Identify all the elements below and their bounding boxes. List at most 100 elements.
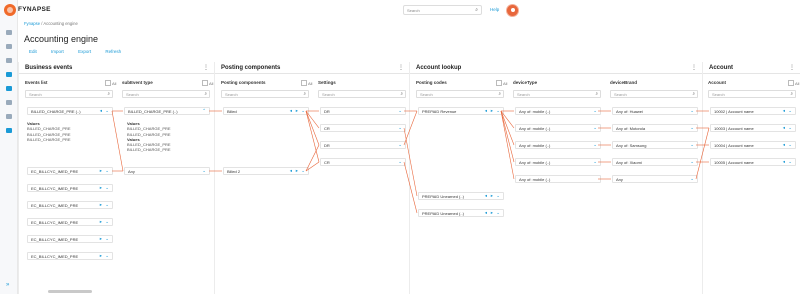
chevron-down-icon[interactable]: ⌄ [398,142,402,148]
link-icon[interactable]: ◂ [783,142,785,148]
posting-code-row[interactable]: PREPAID Unearned (..) ◂ ▸ ⌄ [418,209,504,217]
more-icon[interactable]: ⋮ [203,64,209,71]
chevron-down-icon[interactable]: ⌄ [105,253,109,259]
refresh-button[interactable]: Refresh [105,49,121,54]
link-icon[interactable]: ▸ [100,236,102,242]
chevron-down-icon[interactable]: ⌄ [398,159,402,165]
chevron-down-icon[interactable]: ⌄ [690,159,694,165]
edit-button[interactable]: Edit [29,49,37,54]
more-icon[interactable]: ⋮ [691,64,697,71]
subevent-search-input[interactable]: Search ⌕ [122,90,210,98]
chevron-down-icon[interactable]: ⌄ [496,210,500,216]
chevron-down-icon[interactable]: ⌄ [690,108,694,114]
all-checkbox[interactable]: All [496,80,507,86]
export-button[interactable]: Export [78,49,91,54]
devicetype-row[interactable]: Any of: mobile (..) ⌄ [515,107,601,115]
devicebrand-row[interactable]: Any ⌄ [612,175,698,183]
chevron-down-icon[interactable]: ⌄ [105,202,109,208]
link-icon[interactable]: ◂ [485,193,487,199]
devicetype-search-input[interactable]: Search ⌕ [513,90,601,98]
setting-row[interactable]: DR ⌄ [320,107,406,115]
chevron-down-icon[interactable]: ⌄ [690,176,694,182]
link-icon[interactable]: ▸ [491,210,493,216]
event-row[interactable]: EC_BILLCYC_IMED_PRE ▸ ⌄ [27,235,113,243]
subevent-row[interactable]: Any ⌄ [124,167,210,175]
setting-row[interactable]: DR ⌄ [320,141,406,149]
link-icon[interactable]: ◂ [485,108,487,114]
account-row[interactable]: 10002 | Account name ◂ ⌄ [710,107,796,115]
chevron-down-icon[interactable]: ⌄ [301,108,305,114]
account-row[interactable]: 10003 | Account name ◂ ⌄ [710,124,796,132]
settings-search-input[interactable]: Search ⌕ [318,90,406,98]
link-icon[interactable]: ▸ [100,168,102,174]
avatar[interactable] [506,4,519,17]
subevent-row[interactable]: BILLED_CHARGE_PRE (..) ⌃ [124,107,210,115]
chart-icon[interactable] [6,30,12,35]
account-row[interactable]: 10004 | Account name ◂ ⌄ [710,141,796,149]
setting-row[interactable]: CR ⌄ [320,158,406,166]
chevron-down-icon[interactable]: ⌄ [496,108,500,114]
event-row[interactable]: EC_BILLCYC_IMED_PRE ▸ ⌄ [27,184,113,192]
more-icon[interactable]: ⋮ [789,64,795,71]
chevron-down-icon[interactable]: ⌄ [593,108,597,114]
devicebrand-search-input[interactable]: Search ⌕ [610,90,698,98]
all-checkbox[interactable]: All [105,80,116,86]
link-icon[interactable]: ◂ [783,108,785,114]
chevron-down-icon[interactable]: ⌄ [788,159,792,165]
account-search-input[interactable]: Search ⌕ [708,90,796,98]
posting-code-row[interactable]: PREPAID Unearned (..) ◂ ▸ ⌄ [418,192,504,200]
all-checkbox[interactable]: All [301,80,312,86]
components-search-input[interactable]: Search ⌕ [221,90,309,98]
link-icon[interactable]: ▸ [296,108,298,114]
chevron-down-icon[interactable]: ⌄ [398,125,402,131]
chevron-down-icon[interactable]: ⌄ [301,168,305,174]
link-icon[interactable]: ◂ [783,125,785,131]
devicebrand-row[interactable]: Any of: Xiaomi ⌄ [612,158,698,166]
devicebrand-row[interactable]: Any of: Motorola ⌄ [612,124,698,132]
chevron-down-icon[interactable]: ⌄ [593,142,597,148]
link-icon[interactable]: ▸ [491,108,493,114]
setting-row[interactable]: CR ⌄ [320,124,406,132]
breadcrumb-root[interactable]: Fynapse [24,21,40,26]
chevron-down-icon[interactable]: ⌄ [105,236,109,242]
events-search-input[interactable]: Search ⌕ [25,90,113,98]
devicetype-row[interactable]: Any of: mobile (..) ⌄ [515,158,601,166]
link-icon[interactable]: ▸ [100,219,102,225]
more-icon[interactable]: ⋮ [398,64,404,71]
link-icon[interactable]: ◂ [290,108,292,114]
link-icon[interactable]: ▸ [100,253,102,259]
chevron-down-icon[interactable]: ⌄ [690,142,694,148]
event-row[interactable]: BILLED_CHARGE_PRE (..) ◂ ⌄ [27,107,113,115]
link-icon[interactable]: ◂ [100,108,102,114]
posting-code-row[interactable]: PREPAID Revenue ◂ ▸ ⌄ [418,107,504,115]
chevron-down-icon[interactable]: ⌄ [496,193,500,199]
chevron-down-icon[interactable]: ⌄ [105,108,109,114]
link-icon[interactable]: ▸ [100,185,102,191]
event-row[interactable]: EC_BILLCYC_IMED_PRE ▸ ⌄ [27,252,113,260]
link-icon[interactable]: ▸ [491,193,493,199]
chevron-down-icon[interactable]: ⌄ [788,142,792,148]
list-icon[interactable] [6,58,12,63]
chevron-down-icon[interactable]: ⌄ [105,168,109,174]
devicetype-row[interactable]: Any of: mobile (..) ⌄ [515,124,601,132]
devicebrand-row[interactable]: Any of: Samsung ⌄ [612,141,698,149]
link-icon[interactable]: ◂ [783,159,785,165]
chevron-up-icon[interactable]: ⌃ [202,108,206,114]
event-row[interactable]: EC_BILLCYC_IMED_PRE ▸ ⌄ [27,167,113,175]
link-icon[interactable]: ▸ [296,168,298,174]
table-icon[interactable] [6,114,12,119]
component-row[interactable]: Billed 2 ◂ ▸ ⌄ [223,167,309,175]
chevron-down-icon[interactable]: ⌄ [202,168,206,174]
account-row[interactable]: 10005 | Account name ◂ ⌄ [710,158,796,166]
component-row[interactable]: Billed ◂ ▸ ⌄ [223,107,309,115]
global-search-input[interactable]: Search ⌕ [403,5,482,15]
codes-search-input[interactable]: Search ⌕ [416,90,504,98]
import-button[interactable]: Import [51,49,64,54]
link-icon[interactable]: ▸ [100,202,102,208]
chevron-down-icon[interactable]: ⌄ [105,219,109,225]
devicebrand-row[interactable]: Any of: Huawei ⌄ [612,107,698,115]
settings-icon[interactable] [6,128,12,133]
devicetype-row[interactable]: Any of: mobile (..) ⌄ [515,141,601,149]
all-checkbox[interactable]: All [788,80,799,86]
chevron-down-icon[interactable]: ⌄ [593,159,597,165]
